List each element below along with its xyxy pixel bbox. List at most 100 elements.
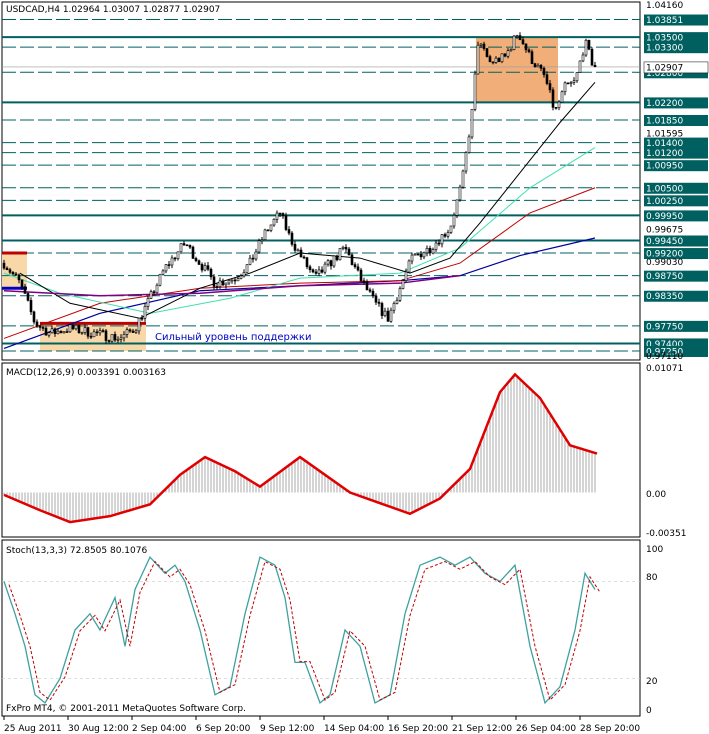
candle-body bbox=[260, 239, 264, 242]
candle-body bbox=[143, 306, 147, 319]
price-label: 0.98350 bbox=[646, 292, 683, 302]
candle-body bbox=[341, 246, 345, 249]
stoch-100-label: 100 bbox=[646, 545, 663, 555]
candle-body bbox=[422, 252, 426, 258]
candle-body bbox=[110, 334, 114, 342]
time-label: 9 Sep 12:00 bbox=[260, 724, 315, 734]
copyright-text: FxPro MT4, © 2001-2011 MetaQuotes Softwa… bbox=[6, 704, 246, 714]
price-label: 1.03500 bbox=[646, 34, 683, 44]
support-zone bbox=[40, 323, 146, 351]
price-top-label: 1.04160 bbox=[646, 1, 683, 11]
candle-body bbox=[239, 275, 243, 279]
macd-zero-label: 0.00 bbox=[646, 490, 666, 500]
candle-body bbox=[542, 67, 546, 76]
candle-body bbox=[494, 57, 498, 63]
candle-body bbox=[251, 257, 255, 260]
candle-body bbox=[230, 279, 234, 282]
candle-body bbox=[41, 327, 45, 329]
price-label: 1.00500 bbox=[646, 184, 683, 194]
candle-body bbox=[248, 257, 252, 265]
time-label: 6 Sep 20:00 bbox=[196, 724, 251, 734]
candle-body bbox=[443, 234, 447, 237]
price-label: 1.01200 bbox=[646, 149, 683, 159]
candle-body bbox=[44, 327, 48, 336]
candle-body bbox=[101, 330, 105, 332]
candle-body bbox=[290, 232, 294, 245]
price-label: 1.01850 bbox=[646, 116, 683, 126]
candle-body bbox=[437, 242, 441, 245]
candle-body bbox=[491, 61, 495, 64]
candle-body bbox=[107, 340, 111, 342]
candle-body bbox=[125, 329, 129, 335]
candle-body bbox=[530, 51, 534, 65]
candle-body bbox=[164, 264, 168, 272]
candle-body bbox=[23, 286, 27, 294]
time-label: 30 Aug 12:00 bbox=[68, 724, 129, 734]
candle-body bbox=[131, 330, 135, 333]
candle-body bbox=[563, 82, 567, 93]
candle-body bbox=[161, 270, 165, 275]
candle-body bbox=[296, 249, 300, 252]
candle-body bbox=[65, 331, 69, 333]
candle-body bbox=[548, 83, 552, 91]
candle-body bbox=[497, 57, 501, 62]
candle-body bbox=[440, 234, 444, 245]
candle-body bbox=[314, 271, 318, 274]
candle-body bbox=[56, 330, 60, 335]
candle-body bbox=[206, 265, 210, 270]
price-label: 0.99030 bbox=[646, 258, 683, 268]
candle-body bbox=[551, 89, 555, 108]
candle-body bbox=[215, 286, 219, 288]
price-label: 0.99950 bbox=[646, 212, 683, 222]
candle-body bbox=[335, 255, 339, 261]
candle-body bbox=[515, 35, 519, 37]
stoch-0-label: 0 bbox=[646, 706, 652, 716]
candle-body bbox=[359, 269, 363, 282]
candle-body bbox=[425, 248, 429, 254]
candle-body bbox=[89, 335, 93, 338]
candle-body bbox=[539, 65, 543, 69]
price-bottom-label: 0.97110 bbox=[646, 352, 683, 362]
symbol-header: USDCAD,H4 1.02964 1.03007 1.02877 1.0290… bbox=[6, 5, 220, 15]
candle-body bbox=[560, 91, 564, 103]
candle-body bbox=[404, 271, 408, 281]
candle-body bbox=[167, 264, 171, 266]
candle-body bbox=[569, 82, 573, 84]
candle-body bbox=[236, 278, 240, 282]
candle-body bbox=[5, 267, 9, 271]
candle-body bbox=[86, 327, 90, 337]
candle-body bbox=[572, 80, 576, 83]
candle-body bbox=[77, 324, 81, 333]
candle-body bbox=[365, 281, 369, 291]
candle-body bbox=[356, 266, 360, 271]
price-label: 1.00950 bbox=[646, 162, 683, 172]
candle-body bbox=[155, 284, 159, 294]
stoch-20-label: 20 bbox=[646, 677, 658, 687]
candle-body bbox=[50, 328, 54, 333]
candle-body bbox=[377, 301, 381, 304]
candle-body bbox=[392, 303, 396, 311]
candle-body bbox=[317, 269, 321, 274]
candle-body bbox=[170, 257, 174, 266]
time-label: 21 Sep 12:00 bbox=[452, 724, 512, 734]
candle-body bbox=[518, 35, 522, 41]
candle-body bbox=[269, 224, 273, 231]
candle-body bbox=[578, 60, 582, 73]
chart-canvas: 1.038511.035001.033001.028001.022001.018… bbox=[1, 1, 709, 734]
candle-body bbox=[293, 243, 297, 251]
candle-body bbox=[17, 274, 21, 281]
candle-body bbox=[302, 256, 306, 259]
candle-body bbox=[134, 330, 138, 333]
candle-body bbox=[209, 268, 213, 278]
stoch-signal-line bbox=[8, 560, 601, 702]
candle-body bbox=[566, 82, 570, 85]
candle-body bbox=[194, 258, 198, 262]
macd-header: MACD(12,26,9) 0.003391 0.003163 bbox=[6, 368, 166, 378]
candle-body bbox=[509, 49, 513, 52]
candle-body bbox=[59, 330, 63, 334]
candle-body bbox=[350, 254, 354, 265]
candle-body bbox=[299, 249, 303, 258]
candle-body bbox=[284, 215, 288, 230]
price-label: 1.00250 bbox=[646, 197, 683, 207]
candle-body bbox=[374, 295, 378, 303]
